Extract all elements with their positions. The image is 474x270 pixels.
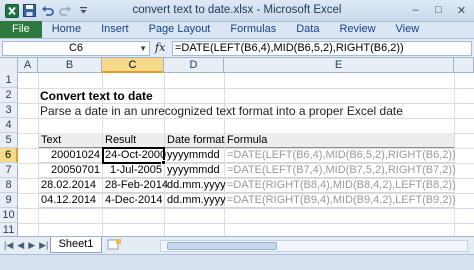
next-sheet-icon[interactable]: ▶ [28,240,35,251]
insert-sheet-icon[interactable] [106,239,122,252]
horizontal-scrollbar[interactable] [160,240,468,252]
table-cell-text[interactable]: 20050701 [39,163,102,178]
table-cell-formula[interactable]: =DATE(LEFT(B7,4),MID(B7,5,2),RIGHT(B7,2)… [225,163,456,178]
last-sheet-icon[interactable]: ▶| [39,240,48,251]
table-header-formula[interactable]: Formula [225,133,454,148]
maximize-button[interactable]: □ [430,2,447,18]
table-cell-formula[interactable]: =DATE(RIGHT(B9,4),MID(B9,4,2),LEFT(B9,2)… [225,193,456,208]
table-header-result[interactable]: Result [103,133,164,148]
insert-function-icon[interactable]: fx [155,41,165,54]
table-cell-format[interactable]: yyyymmdd [165,148,224,163]
status-bar [0,254,474,270]
formula-buttons: fx [155,41,165,54]
tab-page-layout[interactable]: Page Layout [139,21,221,38]
tab-insert[interactable]: Insert [91,21,139,38]
tab-view[interactable]: View [386,21,430,38]
column-header-row: A B C D E [0,58,474,73]
table-header-text[interactable]: Text [39,133,102,148]
table-cell-format[interactable]: dd.mm.yyyy [165,178,226,193]
table-cell-formula[interactable]: =DATE(LEFT(B6,4),MID(B6,5,2),RIGHT(B6,2)… [225,148,456,163]
gridline [18,208,474,209]
row-header[interactable]: 5 [0,133,18,148]
table-cell-formula[interactable]: =DATE(RIGHT(B8,4),MID(B8,4,2),LEFT(B8,2)… [225,178,456,193]
row-header[interactable]: 4 [0,118,18,133]
table-cell-result[interactable]: 4-Dec-2014 [103,193,164,208]
formula-input[interactable]: =DATE(LEFT(B6,4),MID(B6,5,2),RIGHT(B6,2)… [172,41,472,56]
table-cell-format[interactable]: dd.mm.yyyy [165,193,226,208]
first-sheet-icon[interactable]: |◀ [4,240,13,251]
name-box-value: C6 [68,42,84,54]
row-header[interactable]: 9 [0,193,18,208]
row-header[interactable]: 2 [0,88,18,103]
row-header[interactable]: 8 [0,178,18,193]
table-cell-text[interactable]: 28.02.2014 [39,178,102,193]
active-cell-border [102,147,165,164]
row-header[interactable]: 10 [0,208,18,223]
column-header-f[interactable] [454,58,474,73]
table-cell-result[interactable]: 28-Feb-2014 [103,178,168,193]
select-all-corner[interactable] [0,58,18,73]
scrollbar-thumb[interactable] [167,242,277,250]
column-header-c[interactable]: C [102,58,164,73]
worksheet-grid[interactable]: A B C D E 1 2 3 4 5 6 7 8 9 10 11 Conver… [0,58,474,236]
tab-home[interactable]: Home [42,21,91,38]
row-header-selected[interactable]: 6 [0,148,18,163]
close-button[interactable]: ✕ [453,2,470,18]
tab-review[interactable]: Review [329,21,385,38]
ribbon-tabs: File Home Insert Page Layout Formulas Da… [0,21,474,39]
tab-file[interactable]: File [0,21,42,38]
window-controls: – □ ✕ [407,2,470,18]
table-header-date-format[interactable]: Date format [165,133,224,148]
column-header-e[interactable]: E [224,58,454,73]
sheet-navigation: |◀ ◀ ▶ ▶| [4,240,48,251]
column-header-d[interactable]: D [164,58,224,73]
column-header-b[interactable]: B [38,58,102,73]
sheet-title[interactable]: Convert text to date [38,89,155,104]
column-header-a[interactable]: A [18,58,38,73]
title-bar: convert text to date.xlsx - Microsoft Ex… [0,0,474,22]
minimize-button[interactable]: – [407,2,424,18]
chevron-down-icon[interactable]: ▼ [139,42,147,55]
tab-formulas[interactable]: Formulas [220,21,286,38]
name-box[interactable]: C6 ▼ [2,41,150,56]
row-header[interactable]: 7 [0,163,18,178]
tab-data[interactable]: Data [286,21,329,38]
table-cell-text[interactable]: 20001024 [39,148,102,163]
sheet-tab-sheet1[interactable]: Sheet1 [50,237,102,253]
row-header[interactable]: 3 [0,103,18,118]
table-cell-result[interactable]: 1-Jul-2005 [103,163,164,178]
table-cell-format[interactable]: yyyymmdd [165,163,224,178]
window-title: convert text to date.xlsx - Microsoft Ex… [132,4,342,16]
gridline [18,223,474,224]
row-header[interactable]: 11 [0,223,18,236]
formula-bar: C6 ▼ fx =DATE(LEFT(B6,4),MID(B6,5,2),RIG… [0,39,474,58]
row-header[interactable]: 1 [0,73,18,88]
sheet-tab-bar: |◀ ◀ ▶ ▶| Sheet1 [0,236,474,254]
table-cell-text[interactable]: 04.12.2014 [39,193,102,208]
sheet-subtitle[interactable]: Parse a date in an unrecognized text for… [38,104,405,119]
prev-sheet-icon[interactable]: ◀ [17,240,24,251]
fill-handle[interactable] [161,160,166,165]
